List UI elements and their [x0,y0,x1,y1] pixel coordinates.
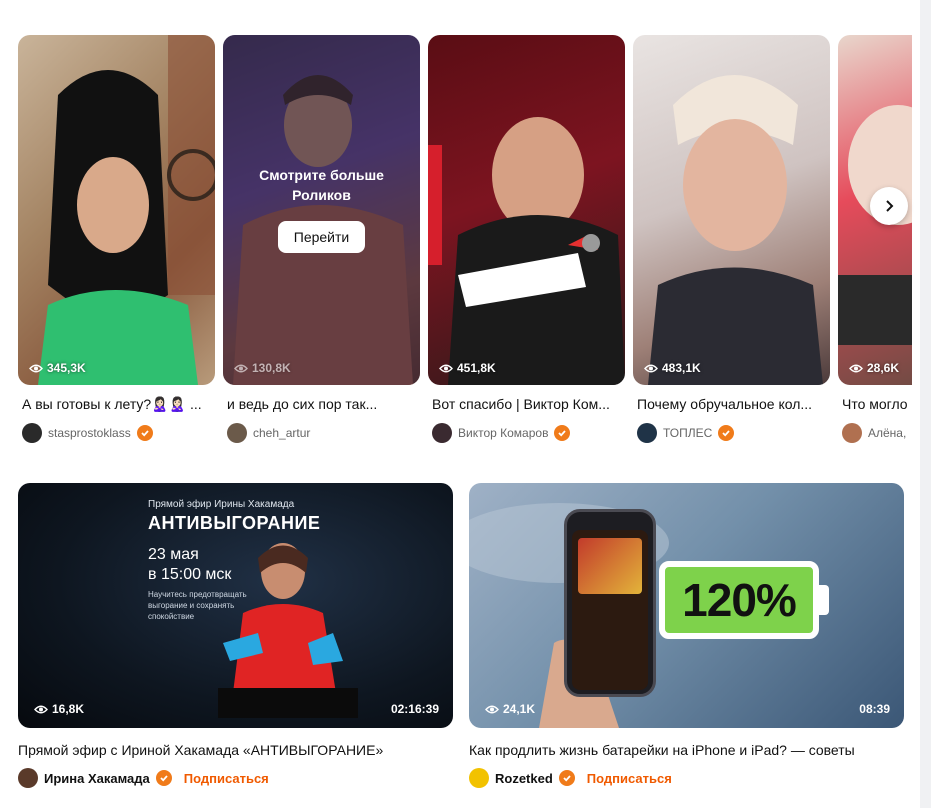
short-title[interactable]: Вот спасибо | Виктор Ком... [432,396,627,412]
video-title[interactable]: Прямой эфир с Ириной Хакамада «АНТИВЫГОР… [18,742,383,758]
chevron-right-icon [886,200,894,212]
verified-icon [718,425,735,441]
go-button[interactable]: Перейти [277,221,366,253]
short-channel[interactable]: cheh_artur [227,423,310,443]
avatar[interactable] [22,423,42,443]
short-thumbnail[interactable]: 451,8K [428,35,625,385]
avatar[interactable] [432,423,452,443]
avatar[interactable] [842,423,862,443]
subscribe-button[interactable]: Подписаться [587,771,672,786]
short-title[interactable]: А вы готовы к лету?🙎🏻‍♀️🙎🏻‍♀️ ... [22,396,217,413]
views-counter: 130,8K [234,361,291,375]
carousel-next-button[interactable] [870,187,908,225]
views-text: 24,1K [503,702,536,716]
short-thumbnail-art [38,35,215,385]
channel-name[interactable]: cheh_artur [253,426,310,440]
verified-icon [558,770,575,786]
video-channel: Rozetked Подписаться [469,768,672,788]
eye-icon [439,364,453,372]
short-thumbnail[interactable]: 483,1K [633,35,830,385]
avatar[interactable] [469,768,489,788]
video-channel: Ирина Хакамада Подписаться [18,768,269,788]
eye-icon [234,364,248,372]
views-text: 451,8K [457,361,496,375]
channel-name[interactable]: Алёна, [868,426,906,440]
short-title[interactable]: Почему обручальное кол... [637,396,832,412]
video-title[interactable]: Как продлить жизнь батарейки на iPhone и… [469,742,855,758]
short-channel[interactable]: Виктор Комаров [432,423,571,443]
short-thumbnail-art [648,75,823,385]
short-channel[interactable]: Алёна, [842,423,906,443]
subscribe-button[interactable]: Подписаться [184,771,269,786]
short-title[interactable]: и ведь до сих пор так... [227,396,422,412]
channel-name[interactable]: Виктор Комаров [458,426,548,440]
channel-name[interactable]: Rozetked [495,771,553,786]
avatar[interactable] [637,423,657,443]
views-counter: 345,3K [29,361,86,375]
shorts-carousel: 345,3K А вы готовы к лету?🙎🏻‍♀️🙎🏻‍♀️ ...… [18,35,912,445]
views-counter: 451,8K [439,361,496,375]
short-channel[interactable]: stasprostoklass [22,423,153,443]
short-card[interactable]: 451,8K Вот спасибо | Виктор Ком... Викто… [428,35,625,443]
short-card[interactable]: Смотрите больше Роликов Перейти 130,8K и… [223,35,420,443]
views-text: 130,8K [252,361,291,375]
verified-icon [155,770,172,786]
video-duration: 02:16:39 [390,702,439,716]
battery-cap [819,585,829,615]
content-panel: 345,3K А вы готовы к лету?🙎🏻‍♀️🙎🏻‍♀️ ...… [0,0,920,808]
avatar[interactable] [227,423,247,443]
views-text: 16,8K [52,702,85,716]
channel-name[interactable]: Ирина Хакамада [44,771,150,786]
channel-name[interactable]: stasprostoklass [48,426,131,440]
eye-icon [644,364,658,372]
video-card[interactable]: Прямой эфир Ирины Хакамада АНТИВЫГОРАНИЕ… [18,483,453,788]
short-thumbnail[interactable]: Смотрите больше Роликов Перейти 130,8K [223,35,420,385]
video-thumbnail[interactable]: Прямой эфир Ирины Хакамада АНТИВЫГОРАНИЕ… [18,483,453,728]
short-channel[interactable]: ТОПЛЕС [637,423,735,443]
verified-icon [554,425,571,441]
views-counter: 24,1K [485,702,535,716]
eye-icon [34,705,48,713]
more-shorts-overlay: Смотрите больше Роликов Перейти [223,35,420,385]
views-text: 345,3K [47,361,86,375]
eye-icon [485,705,499,713]
views-counter: 28,6K [849,361,899,375]
verified-icon [136,425,153,441]
video-thumbnail[interactable]: 120% 24,1K 08:39 [469,483,904,728]
short-card[interactable]: 345,3K А вы готовы к лету?🙎🏻‍♀️🙎🏻‍♀️ ...… [18,35,215,443]
short-thumbnail-art [428,117,625,385]
battery-illustration: 120% [659,561,819,639]
short-card[interactable]: 483,1K Почему обручальное кол... ТОПЛЕС [633,35,830,443]
short-thumbnail[interactable]: 345,3K [18,35,215,385]
video-thumbnail-art [218,543,358,718]
views-counter: 483,1K [644,361,701,375]
battery-text: 120% [682,574,797,626]
views-text: 483,1K [662,361,701,375]
channel-name[interactable]: ТОПЛЕС [663,426,712,440]
more-shorts-text: Смотрите больше Роликов [259,167,384,203]
views-text: 28,6K [867,361,900,375]
eye-icon [29,364,43,372]
avatar[interactable] [18,768,38,788]
video-duration: 08:39 [859,702,890,716]
short-title[interactable]: Что могло [842,396,912,412]
phone-illustration [564,509,656,697]
eye-icon [849,364,863,372]
video-card[interactable]: 120% 24,1K 08:39 Как продлить жизнь бата… [469,483,904,788]
views-counter: 16,8K [34,702,84,716]
